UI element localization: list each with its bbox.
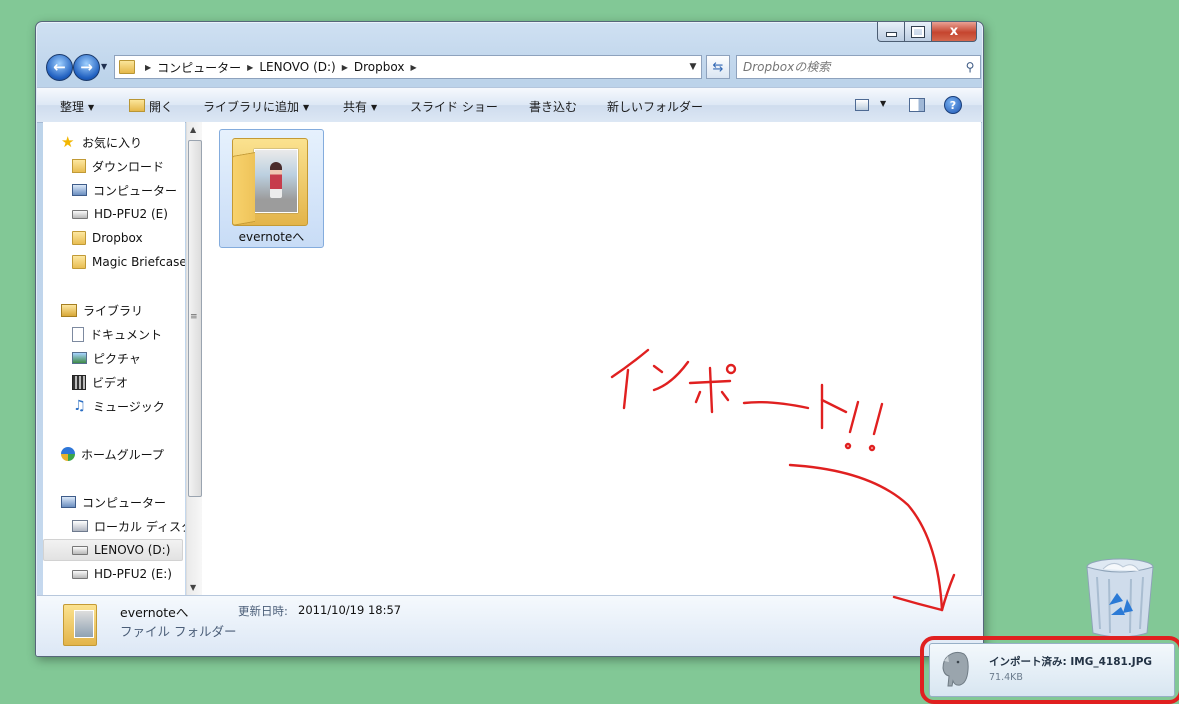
handwritten-annotation: [610, 348, 956, 612]
highlight-circle: [920, 636, 1179, 704]
